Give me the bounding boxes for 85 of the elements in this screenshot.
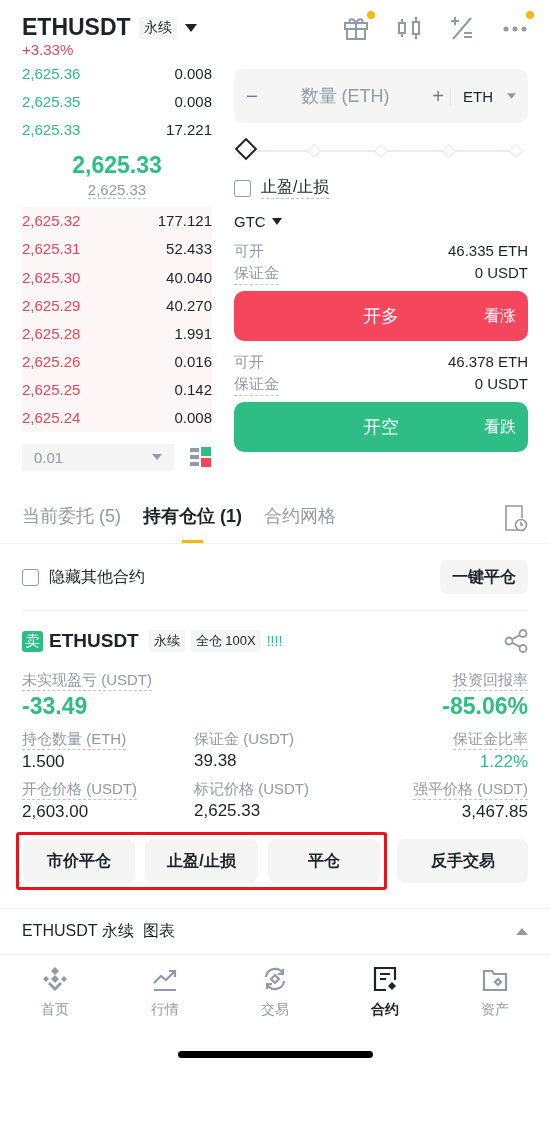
- field-label: 标记价格 (USDT): [194, 780, 309, 800]
- info-value: 0 USDT: [474, 263, 528, 283]
- price-change: +3.33%: [22, 41, 74, 58]
- book-layout-icon[interactable]: [190, 446, 212, 469]
- info-label: 保证金: [234, 262, 279, 285]
- field-value: 3,467.85: [461, 802, 528, 823]
- caret-icon: [271, 218, 282, 225]
- open-long-button[interactable]: 开多 看涨: [234, 291, 528, 341]
- futures-icon: [371, 965, 399, 994]
- bid-price: 2,625.30: [22, 268, 81, 286]
- order-history-icon[interactable]: [504, 503, 528, 532]
- chart-toggle-label[interactable]: ETHUSDT 永续 图表: [22, 921, 175, 943]
- position-symbol: ETHUSDT: [49, 630, 139, 653]
- field-label: 持仓数量 (ETH): [22, 730, 127, 751]
- last-price: 2,625.33: [71, 151, 163, 179]
- bid-price: 2,625.31: [22, 240, 81, 258]
- ask-amount: 17.221: [166, 120, 212, 138]
- position-tag: 全仓 100X: [190, 630, 261, 653]
- bid-price: 2,625.24: [22, 409, 81, 427]
- share-icon[interactable]: [504, 629, 528, 654]
- quantity-field[interactable]: − 数量 (ETH) + ETH: [234, 69, 528, 123]
- info-label: 保证金: [234, 373, 279, 396]
- roe-label: 投资回报率: [453, 671, 528, 692]
- tp-sl-label[interactable]: 止盈/止损: [261, 177, 330, 199]
- field-value: 1.22%: [479, 752, 528, 773]
- bid-price: 2,625.28: [22, 324, 81, 342]
- home-icon: [41, 965, 69, 994]
- adl-indicator: !!!!: [266, 633, 283, 650]
- plus-button[interactable]: +: [432, 84, 444, 108]
- pnl-label: 未实现盈亏 (USDT): [22, 671, 152, 692]
- ask-amount: 0.008: [174, 64, 212, 82]
- unit-dropdown[interactable]: ETH: [450, 87, 516, 105]
- field-value: 1.500: [22, 752, 65, 773]
- info-value: 46.335 ETH: [447, 241, 528, 261]
- bid-amount: 40.040: [166, 268, 212, 286]
- caret-icon[interactable]: [184, 23, 197, 32]
- action-button[interactable]: 反手交易: [397, 839, 528, 884]
- contract-tag: 永续: [138, 16, 177, 39]
- time-in-force-dropdown[interactable]: GTC: [234, 213, 528, 230]
- symbol-title[interactable]: ETHUSDT: [22, 14, 131, 41]
- mark-price: 2,625.33: [87, 180, 147, 199]
- roe-value: -85.06%: [442, 693, 528, 721]
- ask-amount: 0.008: [174, 92, 212, 110]
- field-value: 2,625.33: [194, 801, 261, 822]
- info-value: 46.378 ETH: [447, 352, 528, 372]
- info-label: 可开: [234, 352, 264, 372]
- field-value: 2,603.00: [22, 802, 89, 823]
- ask-price: 2,625.36: [22, 64, 81, 82]
- field-value: 39.38: [194, 751, 237, 772]
- field-label: 保证金比率: [453, 730, 528, 751]
- bid-price: 2,625.26: [22, 353, 81, 371]
- checkbox[interactable]: [234, 179, 251, 197]
- tab[interactable]: 持有仓位 (1): [143, 492, 242, 544]
- nav-item[interactable]: 合约: [345, 965, 425, 1020]
- calculator-icon[interactable]: [449, 14, 475, 41]
- info-label: 可开: [234, 241, 264, 261]
- close-all-button[interactable]: 一键平仓: [440, 560, 528, 595]
- bid-amount: 0.016: [174, 353, 212, 371]
- info-value: 0 USDT: [474, 374, 528, 394]
- bid-amount: 40.270: [166, 296, 212, 314]
- bid-amount: 0.142: [174, 381, 212, 399]
- minus-button[interactable]: −: [246, 84, 258, 108]
- bid-amount: 177.121: [157, 212, 212, 230]
- field-label: 开仓价格 (USDT): [22, 780, 137, 801]
- action-button[interactable]: 平仓: [267, 839, 380, 884]
- bid-price: 2,625.25: [22, 381, 81, 399]
- action-button[interactable]: 市价平仓: [23, 839, 136, 884]
- bid-amount: 52.433: [166, 240, 212, 258]
- candlestick-icon[interactable]: [396, 14, 422, 41]
- ask-price: 2,625.33: [22, 120, 81, 138]
- pnl-value: -33.49: [22, 693, 88, 721]
- ask-price: 2,625.35: [22, 92, 81, 110]
- bid-price: 2,625.32: [22, 212, 81, 230]
- bid-amount: 1.991: [174, 324, 212, 342]
- position-tag: 永续: [148, 630, 185, 653]
- bid-price: 2,625.29: [22, 296, 81, 314]
- checkbox[interactable]: [22, 568, 39, 586]
- action-button[interactable]: 止盈/止损: [145, 839, 258, 884]
- side-badge: 卖: [22, 630, 43, 652]
- caret-icon: [507, 93, 516, 99]
- caret-icon: [152, 454, 162, 461]
- field-label: 强平价格 (USDT): [413, 780, 528, 801]
- hide-others-label[interactable]: 隐藏其他合约: [49, 566, 145, 588]
- bid-amount: 0.008: [174, 409, 212, 427]
- field-label: 保证金 (USDT): [194, 730, 294, 750]
